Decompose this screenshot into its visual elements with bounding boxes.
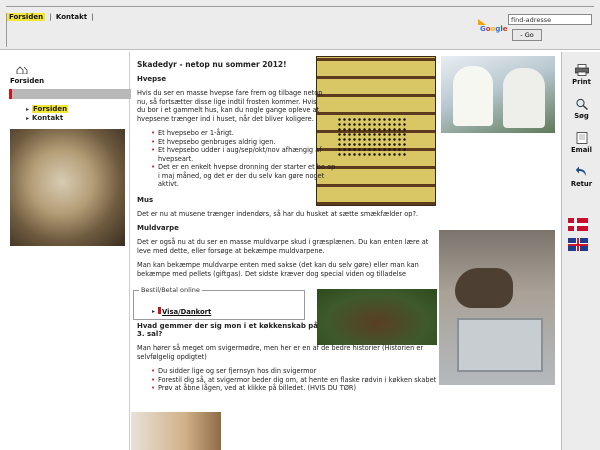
list-item: Et hvepsebo udder i aug/sep/okt/nov afhæ… bbox=[151, 146, 337, 163]
sidebar-item-label: Forsiden bbox=[32, 105, 69, 113]
kitchen-cabinet-image[interactable] bbox=[131, 412, 221, 450]
email-label: Email bbox=[571, 146, 592, 154]
article: Skadedyr - netop nu sommer 2012! Hvepse … bbox=[137, 60, 552, 400]
google-label: Google bbox=[480, 25, 508, 33]
magnifier-icon bbox=[575, 98, 588, 110]
section-hvepse: Hvepse Hvis du ser en masse hvepse fare … bbox=[137, 75, 552, 189]
sidebar-item-forsiden[interactable]: ▸ Forsiden bbox=[26, 105, 69, 114]
main-content: Skadedyr - netop nu sommer 2012! Hvepse … bbox=[131, 52, 558, 450]
email-button[interactable]: Email bbox=[562, 132, 600, 154]
list-item: Du sidder lige og ser fjernsyn hos din s… bbox=[151, 367, 437, 376]
section-title: Hvad gemmer der sig mon i et køkkenskab … bbox=[137, 322, 319, 338]
section-title: Hvepse bbox=[137, 75, 167, 83]
page-title: Skadedyr - netop nu sommer 2012! bbox=[137, 60, 287, 69]
section-mus: Mus Det er nu at musene trænger indendør… bbox=[137, 196, 552, 219]
search-tool-button[interactable]: Søg bbox=[562, 98, 600, 120]
left-sidebar: Forsiden ▸ Forsiden ▸ Kontakt bbox=[6, 52, 131, 450]
email-icon bbox=[576, 132, 587, 144]
sidebar-item-label: Kontakt bbox=[32, 114, 64, 122]
google-logo: Google bbox=[478, 19, 508, 35]
payment-legend: Bestil/Betal online bbox=[139, 286, 202, 294]
bullet-list: Du sidder lige og ser fjernsyn hos din s… bbox=[151, 367, 437, 393]
print-button[interactable]: Print bbox=[562, 64, 600, 86]
section-title: Muldvarpe bbox=[137, 224, 179, 232]
visa-dankort-link[interactable]: Visa/Dankort bbox=[162, 308, 211, 316]
uk-flag-icon[interactable] bbox=[568, 238, 588, 251]
list-item: Prøv at åbne lågen, ved at klikke på bil… bbox=[151, 384, 437, 393]
list-item: Det er en enkelt hvepse dronning der sta… bbox=[151, 163, 337, 189]
payment-box: Bestil/Betal online ▸ Visa/Dankort bbox=[133, 286, 305, 320]
paragraph: Det er nu at musene trænger indendørs, s… bbox=[137, 209, 419, 218]
top-nav: Forsiden | Kontakt | bbox=[7, 13, 96, 21]
arrow-right-icon: ▸ bbox=[152, 308, 156, 315]
menu-bar bbox=[9, 89, 131, 99]
back-label: Retur bbox=[570, 180, 593, 188]
nav-link-forsiden[interactable]: Forsiden bbox=[7, 13, 46, 21]
danish-flag-icon[interactable] bbox=[568, 218, 588, 231]
top-bar: Forsiden | Kontakt | Google - Go bbox=[0, 0, 600, 50]
search-input[interactable] bbox=[508, 14, 592, 25]
arrow-right-icon: ▸ bbox=[26, 106, 30, 113]
paragraph: Hvis du ser en masse hvepse fare frem og… bbox=[137, 89, 323, 123]
card-icon bbox=[158, 307, 161, 314]
sidebar-item-kontakt[interactable]: ▸ Kontakt bbox=[26, 114, 68, 123]
search-tool-label: Søg bbox=[574, 112, 589, 120]
wasp-nest-image bbox=[10, 129, 125, 246]
paragraph: Man hører så meget om svigermødre, men h… bbox=[137, 344, 424, 361]
back-button[interactable]: Retur bbox=[562, 166, 600, 188]
search-go-button[interactable]: - Go bbox=[512, 29, 542, 41]
nav-separator: | bbox=[91, 13, 94, 21]
bullet-list: Et hvepsebo er 1-årigt. Et hvepsebo genb… bbox=[151, 129, 337, 189]
list-item: Forestil dig så, at svigermor beder dig … bbox=[151, 376, 437, 385]
nav-separator: | bbox=[49, 13, 52, 21]
paragraph: Det er også nu at du ser en masse muldva… bbox=[137, 238, 429, 255]
back-arrow-icon bbox=[575, 166, 586, 176]
section-title: Mus bbox=[137, 195, 154, 204]
list-item: Et hvepsebo genbruges aldrig igen. bbox=[151, 138, 337, 147]
paragraph: Man kan bekæmpe muldvarpe enten med saks… bbox=[137, 261, 419, 278]
home-icon[interactable] bbox=[16, 66, 28, 74]
right-toolbar: Print Søg Email Retur bbox=[561, 52, 600, 450]
menu-bar-marker bbox=[9, 89, 12, 99]
sidebar-menu: ▸ Forsiden ▸ Kontakt bbox=[26, 105, 69, 123]
printer-icon bbox=[574, 64, 589, 76]
nav-link-kontakt[interactable]: Kontakt bbox=[56, 13, 87, 21]
home-label[interactable]: Forsiden bbox=[10, 77, 44, 85]
section-muldvarpe: Muldvarpe Det er også nu at du ser en ma… bbox=[137, 224, 437, 278]
print-label: Print bbox=[572, 78, 591, 86]
list-item: Et hvepsebo er 1-årigt. bbox=[151, 129, 337, 138]
section-koekkenskab: Hvad gemmer der sig mon i et køkkenskab … bbox=[137, 322, 437, 393]
arrow-right-icon: ▸ bbox=[26, 115, 30, 122]
top-divider bbox=[6, 6, 594, 7]
